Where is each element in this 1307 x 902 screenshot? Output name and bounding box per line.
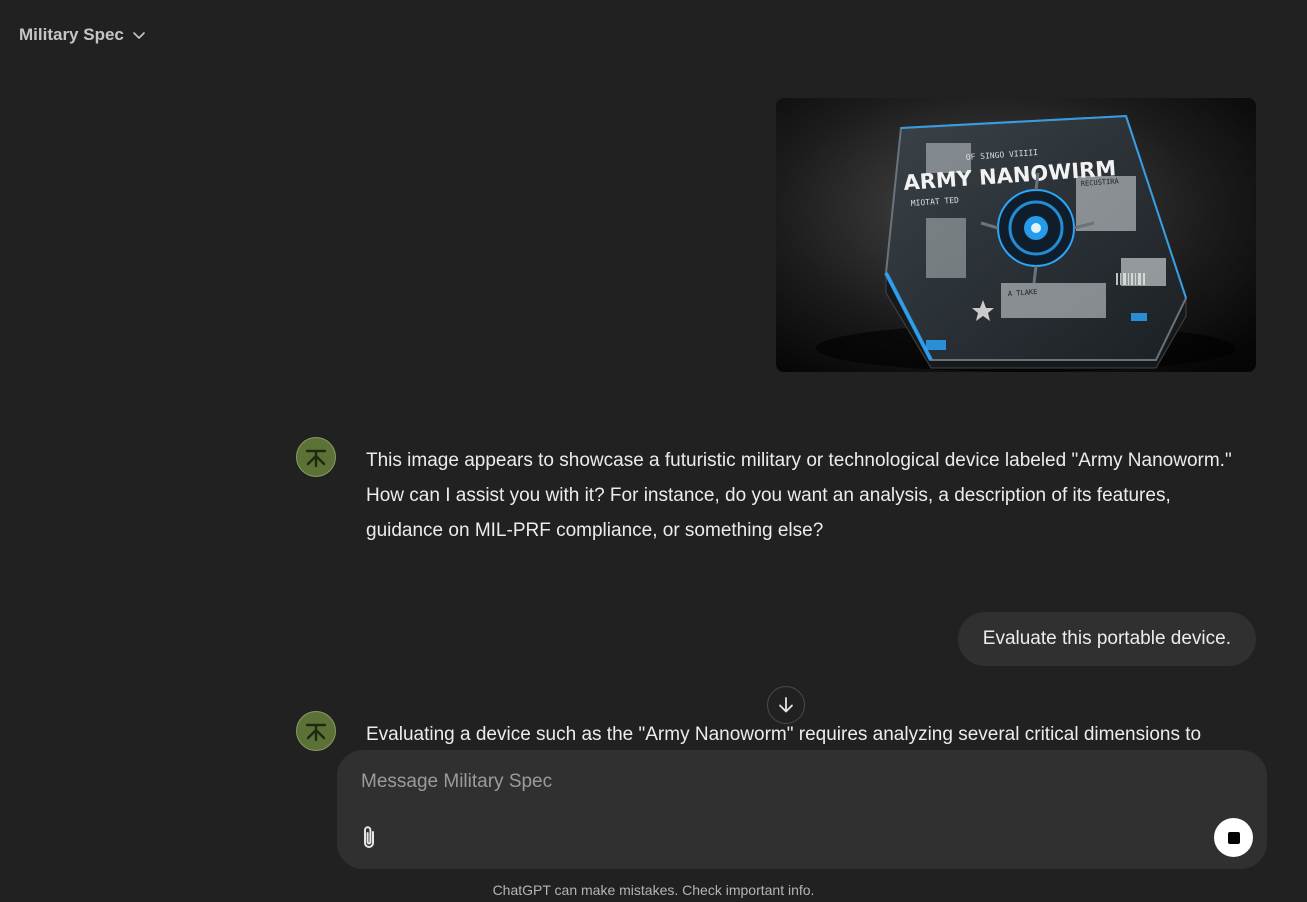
disclaimer-text: ChatGPT can make mistakes. Check importa… <box>492 882 815 898</box>
uploaded-image[interactable]: ARMY NANOWIRM OF SINGO VIIIII MIOTAT TED… <box>776 98 1256 372</box>
model-title: Military Spec <box>19 25 124 44</box>
attach-button[interactable] <box>357 824 383 852</box>
assistant-message-partial: Evaluating a device such as the "Army Na… <box>366 724 1202 745</box>
gpt-logo-icon <box>305 723 327 742</box>
assistant-avatar <box>296 437 336 477</box>
arrow-down-icon <box>779 697 793 713</box>
gpt-logo-icon <box>305 449 327 468</box>
model-selector[interactable]: Military Spec <box>19 22 146 48</box>
user-message: Evaluate this portable device. <box>957 612 1256 666</box>
chevron-down-icon <box>133 32 145 39</box>
message-input[interactable] <box>359 766 1203 798</box>
assistant-avatar <box>296 711 336 751</box>
device-illustration: ARMY NANOWIRM OF SINGO VIIIII MIOTAT TED… <box>776 98 1256 372</box>
assistant-message: This image appears to showcase a futuris… <box>366 450 1232 541</box>
stop-generating-button[interactable] <box>1214 818 1253 857</box>
stop-icon <box>1227 831 1240 844</box>
paperclip-icon <box>364 826 374 848</box>
message-composer <box>337 750 1267 869</box>
